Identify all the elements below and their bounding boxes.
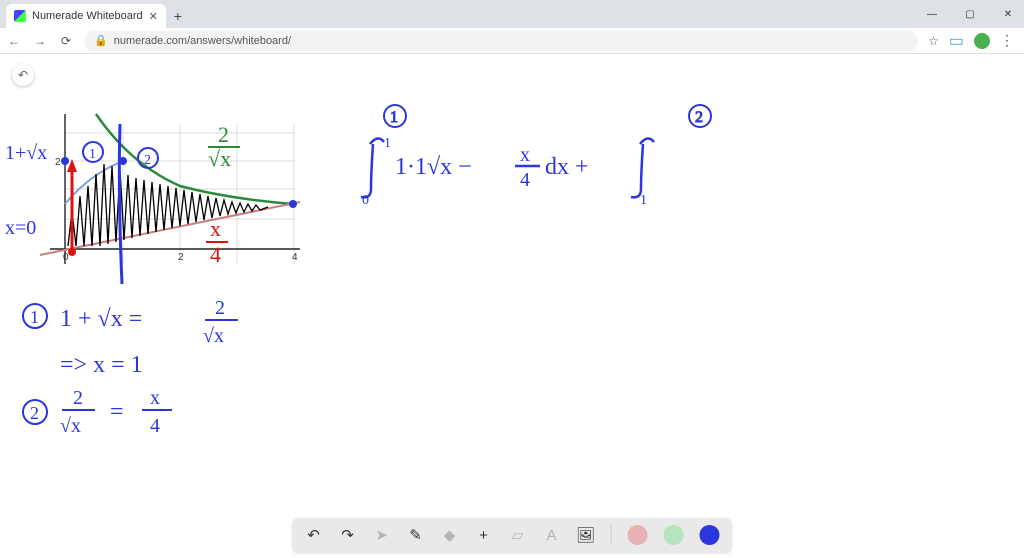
svg-text:dx +: dx +: [545, 154, 589, 180]
shape-tool[interactable]: ◆: [441, 526, 459, 544]
bookmark-icon[interactable]: ☆: [928, 34, 939, 48]
svg-text:2: 2: [215, 297, 225, 319]
svg-text:2: 2: [144, 153, 151, 168]
svg-text:2: 2: [695, 109, 703, 126]
whiteboard-canvas[interactable]: 0 2 4 2 1+√x x=0: [0, 54, 1024, 558]
browser-tab-strip: Numerade Whiteboard ✕ + — ▢ ✕: [0, 0, 1024, 28]
region-labels: 1 2: [384, 105, 711, 127]
toolbar-separator: [611, 525, 612, 545]
svg-text:2: 2: [73, 387, 83, 409]
svg-text:1: 1: [89, 147, 96, 162]
minimize-button[interactable]: —: [920, 9, 944, 20]
text-tool[interactable]: A: [543, 526, 561, 544]
label-1-plus-sqrtx: 1+√x: [5, 142, 47, 164]
svg-text:1: 1: [390, 109, 398, 126]
axis-y-2: 2: [55, 157, 61, 168]
eraser-tool[interactable]: ▱: [509, 526, 527, 544]
svg-text:√x: √x: [60, 415, 81, 437]
maximize-button[interactable]: ▢: [958, 9, 982, 20]
reload-button[interactable]: ⟳: [58, 34, 74, 48]
lock-icon: 🔒: [94, 34, 108, 47]
pen-tool[interactable]: ✎: [407, 526, 425, 544]
svg-text:=: =: [110, 399, 124, 425]
axis-tick-2: 2: [178, 252, 184, 263]
window-controls: — ▢ ✕: [920, 0, 1020, 28]
svg-text:1: 1: [384, 136, 391, 151]
svg-text:0: 0: [362, 193, 369, 208]
back-button[interactable]: ←: [6, 34, 22, 48]
redo-button[interactable]: ↷: [339, 526, 357, 544]
close-tab-icon[interactable]: ✕: [149, 10, 158, 23]
url-text: numerade.com/answers/whiteboard/: [114, 35, 291, 47]
close-window-button[interactable]: ✕: [996, 9, 1020, 20]
profile-avatar[interactable]: [974, 33, 990, 49]
axis-tick-4: 4: [292, 252, 298, 263]
new-tab-button[interactable]: +: [166, 4, 190, 28]
whiteboard-toolbar: ↶ ↷ ➤ ✎ ◆ + ▱ A 🖼: [293, 518, 732, 552]
color-red[interactable]: [628, 525, 648, 545]
svg-text:√x: √x: [203, 325, 224, 347]
menu-icon[interactable]: ⋮: [1000, 32, 1014, 49]
favicon-icon: [14, 10, 26, 22]
plus-tool[interactable]: +: [475, 526, 493, 544]
tab-title: Numerade Whiteboard: [32, 10, 143, 22]
svg-text:x: x: [520, 144, 530, 166]
graph-plot: 0 2 4 2: [40, 114, 300, 284]
extension-icon[interactable]: ▭: [949, 31, 964, 51]
svg-text:1 + √x =: 1 + √x =: [60, 306, 142, 332]
axis-tick-0: 0: [63, 252, 69, 263]
svg-text:=> x = 1: => x = 1: [60, 352, 143, 378]
svg-text:1: 1: [640, 193, 647, 208]
image-tool[interactable]: 🖼: [577, 526, 595, 544]
pointer-tool[interactable]: ➤: [373, 526, 391, 544]
integral-expression: 1 0 1·1√x − x 4 dx + 1: [361, 136, 654, 208]
svg-text:1: 1: [30, 307, 39, 327]
forward-button[interactable]: →: [32, 34, 48, 48]
color-blue[interactable]: [700, 525, 720, 545]
svg-text:x: x: [150, 387, 160, 409]
page-content: ↶ 0 2 4 2: [0, 54, 1024, 558]
url-input[interactable]: 🔒 numerade.com/answers/whiteboard/: [84, 31, 918, 51]
label-x-eq-0: x=0: [5, 217, 36, 239]
svg-text:2: 2: [30, 403, 39, 423]
browser-tab-active[interactable]: Numerade Whiteboard ✕: [6, 4, 166, 28]
undo-button[interactable]: ↶: [305, 526, 323, 544]
svg-text:4: 4: [520, 169, 530, 191]
svg-text:4: 4: [150, 415, 160, 437]
svg-text:1·1√x −: 1·1√x −: [395, 154, 472, 180]
equations-block: 1 1 + √x = 2 √x => x = 1 2 2 √x = x 4: [23, 297, 238, 437]
address-bar: ← → ⟳ 🔒 numerade.com/answers/whiteboard/…: [0, 28, 1024, 54]
color-green[interactable]: [664, 525, 684, 545]
